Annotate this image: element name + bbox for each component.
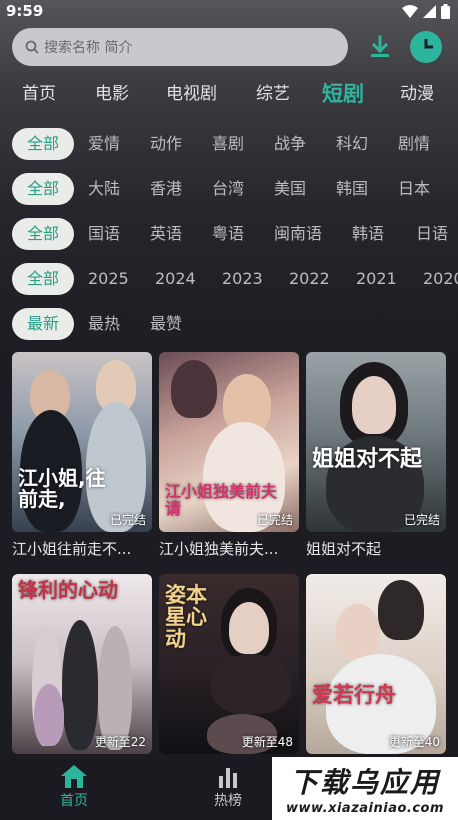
filter-chip[interactable]: 香港 [150,173,182,205]
poster-title: 江小姐,往前走, [18,466,106,511]
filter-chip[interactable]: 国语 [88,218,120,250]
sort-chip-selected[interactable]: 最新 [12,308,74,340]
tab-ranking[interactable]: 热榜 [188,764,268,810]
filter-chip[interactable]: 韩国 [336,173,368,205]
wifi-icon [402,4,418,18]
filter-chip[interactable]: 喜剧 [212,128,244,160]
signal-icon [423,4,436,18]
search-placeholder: 搜索名称 简介 [44,40,133,56]
nav-tv-series[interactable]: 电视剧 [166,78,217,110]
filter-chip-selected[interactable]: 全部 [12,263,74,295]
filter-chip[interactable]: 粤语 [212,218,244,250]
filter-chip[interactable]: 日本 [398,173,430,205]
filter-chip[interactable]: 爱情 [88,128,120,160]
status-badge: 更新至40 [388,735,440,749]
filter-row-year: 全部 2025 2024 2023 2022 2021 2020 [0,263,458,295]
watermark: 下载乌应用 www.xiazainiao.com [272,757,458,820]
poster-title: 姿本星心动 [165,583,207,652]
filter-chip[interactable]: 2021 [356,263,397,295]
tab-label: 热榜 [214,793,242,809]
tab-label: 首页 [60,793,88,809]
filter-chip[interactable]: 剧情 [398,128,430,160]
filter-row-language: 全部 国语 英语 粤语 闽南语 韩语 日语 [0,218,458,250]
watermark-url: www.xiazainiao.com [285,801,445,816]
filter-chip[interactable]: 英语 [150,218,182,250]
history-button[interactable] [410,31,442,63]
filter-chip[interactable]: 美国 [274,173,306,205]
battery-icon [441,3,450,19]
poster-title: 姐姐对不起 [312,447,423,472]
poster-image: 江小姐,往前走, 已完结 [12,352,152,532]
card-title: 姐姐对不起 [306,540,382,558]
nav-short-drama[interactable]: 短剧 [322,78,364,110]
poster-title: 爱若行舟 [312,683,396,707]
filter-chip[interactable]: 2024 [155,263,196,295]
status-badge: 更新至48 [241,735,293,749]
status-time: 9:59 [6,2,44,20]
poster-image: 江小姐独美前夫请 已完结 [159,352,299,532]
watermark-text: 下载乌应用 [289,766,440,799]
filter-chip[interactable]: 科幻 [336,128,368,160]
poster-image: 姿本星心动 更新至48 [159,574,299,754]
bar-chart-icon [219,768,237,788]
filter-row-region: 全部 大陆 香港 台湾 美国 韩国 日本 [0,173,458,205]
poster-image: 爱若行舟 更新至40 [306,574,446,754]
filter-chip[interactable]: 动作 [150,128,182,160]
filter-chip[interactable]: 战争 [274,128,306,160]
nav-movies[interactable]: 电影 [95,78,129,110]
poster-image: 姐姐对不起 已完结 [306,352,446,532]
filter-chip[interactable]: 2020 [423,263,458,295]
download-icon[interactable] [368,35,392,59]
nav-home[interactable]: 首页 [22,78,56,110]
filter-chip[interactable]: 韩语 [352,218,384,250]
filter-chip[interactable]: 2022 [289,263,330,295]
filter-chip[interactable]: 日语 [416,218,448,250]
nav-anime[interactable]: 动漫 [400,78,434,110]
poster-title: 锋利的心动 [18,578,118,602]
filter-chip-selected[interactable]: 全部 [12,128,74,160]
filter-chip[interactable]: 大陆 [88,173,120,205]
filter-row-genre: 全部 爱情 动作 喜剧 战争 科幻 剧情 [0,128,458,160]
filter-chip[interactable]: 2025 [88,263,129,295]
search-icon [25,40,39,54]
status-bar: 9:59 [0,0,458,22]
filter-chip[interactable]: 2023 [222,263,263,295]
search-row: 搜索名称 简介 [12,28,448,66]
clock-icon [424,39,433,49]
sort-chip[interactable]: 最热 [88,308,120,340]
sort-chip[interactable]: 最赞 [150,308,182,340]
category-nav: 首页 电影 电视剧 综艺 短剧 动漫 [0,78,458,110]
poster-image: 锋利的心动 更新至22 [12,574,152,754]
status-badge: 更新至22 [94,735,146,749]
search-input[interactable]: 搜索名称 简介 [12,28,348,66]
filter-chip[interactable]: 台湾 [212,173,244,205]
status-badge: 已完结 [109,513,146,527]
status-badge: 已完结 [403,513,440,527]
nav-variety[interactable]: 综艺 [256,78,290,110]
card-title: 江小姐独美前夫... [159,540,279,558]
filter-row-sort: 最新 最热 最赞 [0,308,458,340]
status-badge: 已完结 [256,513,293,527]
filter-chip-selected[interactable]: 全部 [12,218,74,250]
home-icon [61,765,87,788]
tab-home[interactable]: 首页 [34,764,114,810]
card-title: 江小姐往前走不... [12,540,132,558]
filter-chip[interactable]: 闽南语 [274,218,322,250]
filter-chip-selected[interactable]: 全部 [12,173,74,205]
